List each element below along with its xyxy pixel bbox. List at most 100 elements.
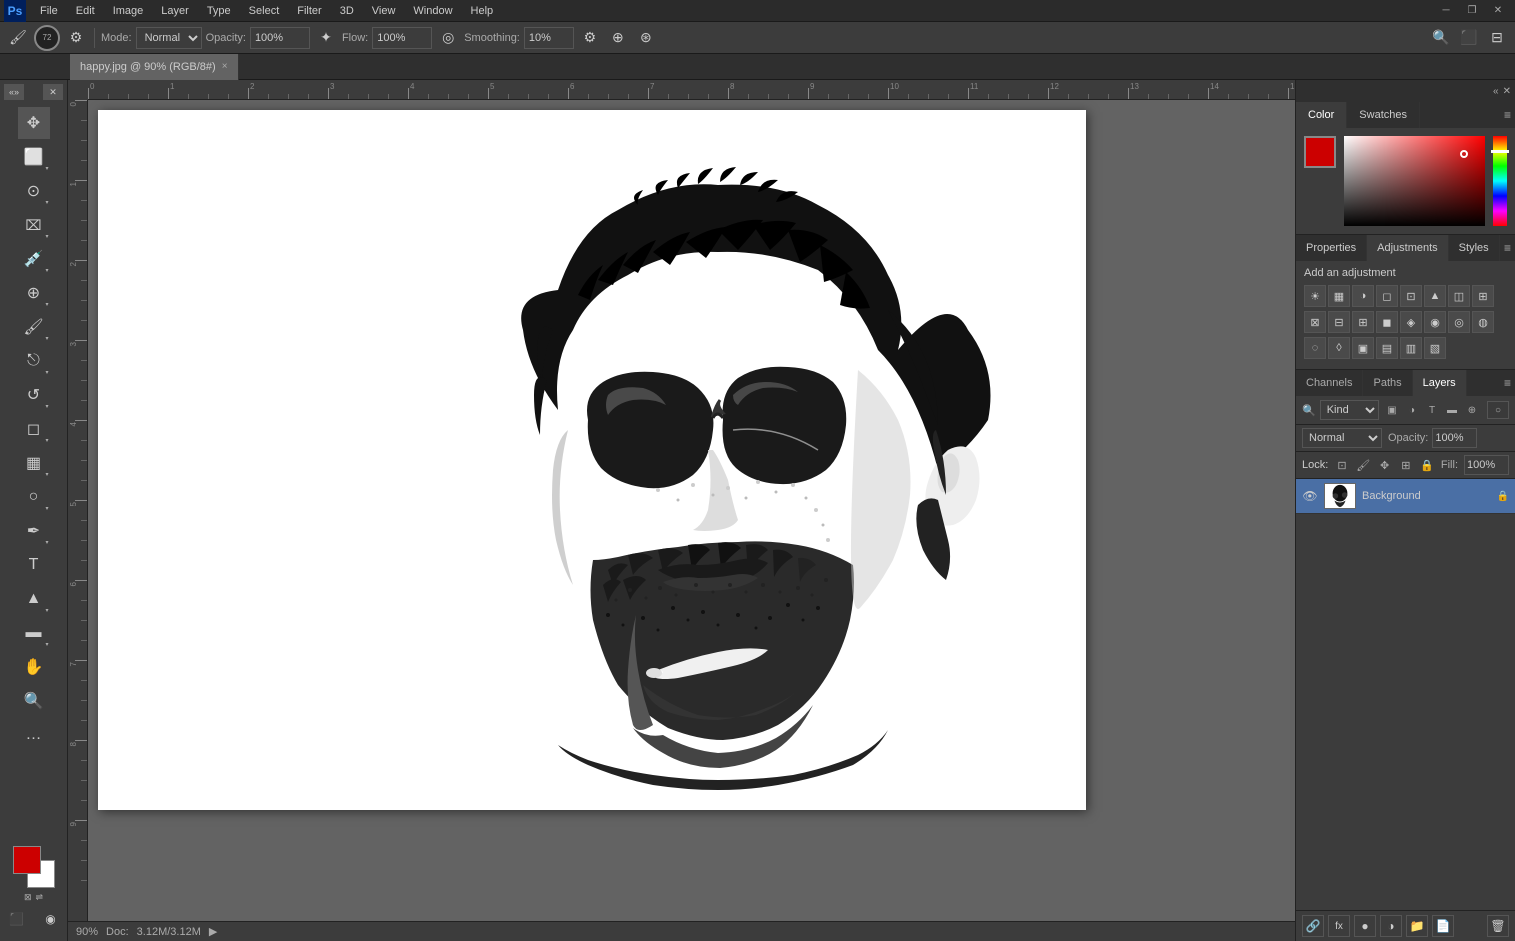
lock-all-btn[interactable]: 🔒 (1420, 456, 1435, 474)
close-button[interactable]: ✕ (1485, 0, 1511, 22)
tab-properties[interactable]: Properties (1296, 235, 1367, 261)
layer-eye-icon[interactable]: 👁 (1302, 488, 1318, 504)
opacity-value-input[interactable] (1432, 428, 1477, 448)
pressure-icon[interactable]: ⊕ (606, 26, 630, 50)
flow-input[interactable] (372, 27, 432, 49)
adj-extra1[interactable]: ▤ (1376, 337, 1398, 359)
menu-select[interactable]: Select (241, 3, 288, 19)
blend-mode-select[interactable]: Normal (1302, 428, 1382, 448)
layer-adjustment-btn[interactable]: ◑ (1380, 915, 1402, 937)
lock-position-btn[interactable]: ✥ (1377, 456, 1392, 474)
adj-vibrance[interactable]: ⊡ (1400, 285, 1422, 307)
brush-tool-icon[interactable]: 🖌 (6, 26, 30, 50)
lock-artboard-btn[interactable]: ⊞ (1398, 456, 1413, 474)
color-gradient[interactable] (1344, 136, 1485, 226)
move-tool[interactable]: ✥ (18, 107, 50, 139)
fg-bg-swatches[interactable] (13, 846, 55, 888)
adj-bw[interactable]: ⊞ (1472, 285, 1494, 307)
flow-icon[interactable]: ◎ (436, 26, 460, 50)
canvas-container[interactable] (88, 100, 1295, 921)
lock-transparent-btn[interactable]: ⊡ (1334, 456, 1349, 474)
filter-shape-icon[interactable]: ▬ (1443, 401, 1461, 419)
tab-color[interactable]: Color (1296, 102, 1347, 128)
left-panel-collapse[interactable]: «» (4, 84, 24, 100)
swap-colors-icon[interactable]: ⇌ (36, 892, 44, 903)
document-tab[interactable]: happy.jpg @ 90% (RGB/8#) × (70, 54, 239, 80)
adj-levels[interactable]: ▦ (1328, 285, 1350, 307)
menu-3d[interactable]: 3D (332, 3, 362, 19)
crop-tool[interactable]: ⌧▾ (18, 209, 50, 241)
filter-type-icon[interactable]: T (1423, 401, 1441, 419)
tab-styles[interactable]: Styles (1449, 235, 1500, 261)
restore-button[interactable]: ❐ (1459, 0, 1485, 22)
adj-curves[interactable]: ◑ (1352, 285, 1374, 307)
tab-layers[interactable]: Layers (1413, 370, 1467, 396)
tab-swatches[interactable]: Swatches (1347, 102, 1420, 128)
document-tab-close[interactable]: × (222, 61, 228, 72)
reset-colors-icon[interactable]: ⊠ (24, 892, 32, 903)
filter-smart-icon[interactable]: ⊕ (1463, 401, 1481, 419)
history-brush-tool[interactable]: ↺▾ (18, 379, 50, 411)
filter-toggle[interactable]: ○ (1487, 401, 1509, 419)
adj-extra2[interactable]: ▥ (1400, 337, 1422, 359)
eyedropper-tool[interactable]: 💉▾ (18, 243, 50, 275)
panel-menu-top-btn[interactable]: ✕ (1503, 86, 1511, 97)
hand-tool[interactable]: ✋ (18, 651, 50, 683)
adj-fill[interactable]: ◌ (1304, 337, 1326, 359)
tab-adjustments[interactable]: Adjustments (1367, 235, 1449, 261)
text-tool[interactable]: T (18, 549, 50, 581)
new-group-btn[interactable]: 📁 (1406, 915, 1428, 937)
smoothing-settings-icon[interactable]: ⚙ (578, 26, 602, 50)
zoom-fit-icon[interactable]: ⬛ (1457, 26, 1481, 50)
delete-layer-btn[interactable]: 🗑 (1487, 915, 1509, 937)
layout-icon[interactable]: ⊟ (1485, 26, 1509, 50)
spot-heal-tool[interactable]: ⊕▾ (18, 277, 50, 309)
menu-window[interactable]: Window (405, 3, 460, 19)
menu-file[interactable]: File (32, 3, 66, 19)
screen-mode-btn[interactable]: ⬛ (1, 909, 33, 929)
brush-tool[interactable]: 🖌▾ (18, 311, 50, 343)
layer-fx-btn[interactable]: fx (1328, 915, 1350, 937)
status-arrow[interactable]: ▶ (209, 925, 217, 938)
lock-image-btn[interactable]: 🖌 (1356, 456, 1371, 474)
tab-channels[interactable]: Channels (1296, 370, 1363, 396)
adj-invert[interactable]: ◼ (1376, 311, 1398, 333)
gradient-tool[interactable]: ▦▾ (18, 447, 50, 479)
adj-gradient[interactable]: ◊ (1328, 337, 1350, 359)
search-icon[interactable]: 🔍 (1429, 26, 1453, 50)
menu-layer[interactable]: Layer (153, 3, 197, 19)
layer-link-btn[interactable]: 🔗 (1302, 915, 1324, 937)
canvas-frame[interactable] (98, 110, 1086, 810)
adj-exposure[interactable]: ◻ (1376, 285, 1398, 307)
layer-mask-btn[interactable]: ● (1354, 915, 1376, 937)
layers-filter-kind[interactable]: Kind (1320, 400, 1379, 420)
hue-slider[interactable] (1493, 136, 1507, 226)
zoom-tool[interactable]: 🔍 (18, 685, 50, 717)
new-layer-btn[interactable]: 📄 (1432, 915, 1454, 937)
pen-tool[interactable]: ✒▾ (18, 515, 50, 547)
menu-edit[interactable]: Edit (68, 3, 103, 19)
more-tools[interactable]: … (18, 719, 50, 751)
layers-panel-menu[interactable]: ≡ (1504, 376, 1511, 390)
menu-type[interactable]: Type (199, 3, 239, 19)
eraser-tool[interactable]: ◻▾ (18, 413, 50, 445)
canvas-area[interactable]: 0123456789101112131415 0123456789 (68, 80, 1295, 941)
menu-view[interactable]: View (364, 3, 404, 19)
adj-color-lookup[interactable]: ⊞ (1352, 311, 1374, 333)
quick-mask-btn[interactable]: ◉ (35, 909, 67, 929)
left-panel-close[interactable]: ✕ (43, 84, 63, 100)
filter-adjust-icon[interactable]: ◑ (1403, 401, 1421, 419)
color-spectrum[interactable] (1344, 136, 1485, 226)
adj-gradient-map[interactable]: ◎ (1448, 311, 1470, 333)
adj-channel-mixer[interactable]: ⊟ (1328, 311, 1350, 333)
fill-value-input[interactable] (1464, 455, 1509, 475)
lasso-tool[interactable]: ⊙▾ (18, 175, 50, 207)
menu-image[interactable]: Image (105, 3, 152, 19)
tab-paths[interactable]: Paths (1363, 370, 1412, 396)
adj-posterize[interactable]: ◈ (1400, 311, 1422, 333)
minimize-button[interactable]: ─ (1433, 0, 1459, 22)
fg-color-swatch[interactable] (13, 846, 41, 874)
adj-panel-menu[interactable]: ≡ (1504, 241, 1511, 255)
shape-tool[interactable]: ▬▾ (18, 617, 50, 649)
layer-background[interactable]: 👁 Background 🔒 (1296, 479, 1515, 514)
